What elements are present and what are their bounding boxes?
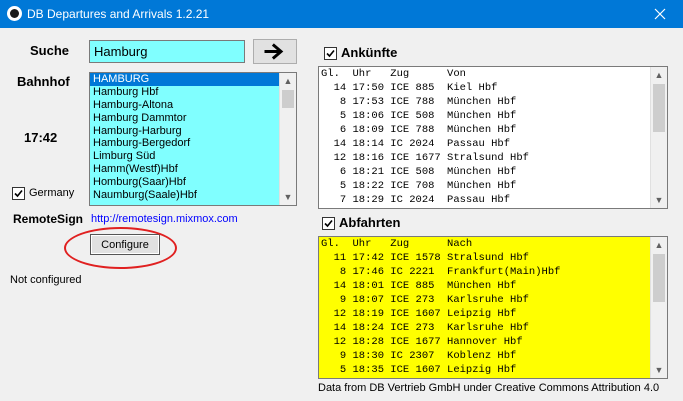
scroll-down-icon[interactable]: ▼	[280, 189, 296, 205]
highlight-circle	[64, 227, 177, 269]
arrivals-rows: Gl. Uhr Zug Von 14 17:50 ICE 885 Kiel Hb…	[319, 67, 667, 207]
main-window: Suche Bahnhof HAMBURGHamburg HbfHamburg-…	[0, 28, 683, 401]
table-row: 5 18:06 ICE 508 München Hbf	[321, 110, 517, 122]
list-item[interactable]: Homburg(Saar)Hbf	[90, 176, 296, 189]
list-item[interactable]: Hamburg Hbf	[90, 86, 296, 99]
germany-checkbox[interactable]	[12, 187, 25, 200]
scroll-up-icon[interactable]: ▲	[651, 237, 667, 253]
station-list[interactable]: HAMBURG Hamburg Hbf Hamburg-Altona Hamburg …	[89, 72, 297, 206]
list-item[interactable]: HAMBURG	[90, 73, 280, 86]
remotesign-link[interactable]: http://remotesign.mixmox.com	[91, 213, 238, 225]
table-row: 5 18:22 ICE 708 München Hbf	[321, 180, 517, 192]
footer-attribution: Data from DB Vertrieb GmbH under Creativ…	[318, 382, 660, 394]
table-row: 11 17:42 ICE 1578 Stralsund Hbf	[321, 252, 529, 264]
clock-display: 17:42	[24, 130, 58, 145]
close-icon	[654, 8, 666, 20]
table-row: 6 18:21 ICE 508 München Hbf	[321, 166, 517, 178]
checkmark-icon	[14, 189, 23, 198]
board-header: Gl. Uhr Zug Nach	[321, 238, 473, 250]
arrivals-title: Ankünfte	[341, 45, 398, 60]
checkmark-icon	[326, 49, 335, 58]
list-item[interactable]: Hamburg Dammtor	[90, 112, 296, 125]
board-header: Gl. Uhr Zug Von	[321, 68, 466, 80]
departures-board[interactable]: Gl. Uhr Zug Nach 11 17:42 ICE 1578 Stral…	[318, 236, 668, 379]
departures-checkbox[interactable]	[322, 217, 335, 230]
table-row: 14 18:24 ICE 273 Karlsruhe Hbf	[321, 322, 529, 334]
scroll-up-icon[interactable]: ▲	[651, 67, 667, 83]
arrivals-board[interactable]: Gl. Uhr Zug Von 14 17:50 ICE 885 Kiel Hb…	[318, 66, 668, 209]
title-bar: DB Departures and Arrivals 1.2.21	[0, 0, 683, 28]
table-row: 12 18:16 ICE 1677 Stralsund Hbf	[321, 152, 529, 164]
germany-label: Germany	[29, 187, 75, 199]
table-row: 5 18:35 ICE 1607 Leipzig Hbf	[321, 364, 517, 376]
search-label: Suche	[30, 43, 70, 58]
list-item[interactable]: Hamburg-Bergedorf	[90, 137, 296, 150]
station-items: HAMBURG Hamburg Hbf Hamburg-Altona Hamburg …	[90, 73, 296, 202]
remotesign-label: RemoteSign	[13, 212, 84, 226]
arrow-right-icon	[264, 43, 284, 60]
table-row: 7 18:29 IC 2024 Passau Hbf	[321, 194, 511, 206]
window-title: DB Departures and Arrivals 1.2.21	[27, 7, 210, 21]
scroll-down-icon[interactable]: ▼	[651, 362, 667, 378]
table-row: 12 18:19 ICE 1607 Leipzig Hbf	[321, 308, 517, 320]
list-item[interactable]: Hamm(Westf)Hbf	[90, 163, 296, 176]
status-text: Not configured	[10, 274, 82, 286]
table-row: 9 18:30 IC 2307 Koblenz Hbf	[321, 350, 517, 362]
scroll-thumb[interactable]	[653, 84, 665, 132]
scroll-up-icon[interactable]: ▲	[280, 73, 296, 89]
departures-rows: Gl. Uhr Zug Nach 11 17:42 ICE 1578 Stral…	[319, 237, 667, 377]
checkmark-icon	[324, 219, 333, 228]
table-row: 12 18:28 ICE 1677 Hannover Hbf	[321, 336, 523, 348]
list-item[interactable]: Hamburg-Harburg	[90, 125, 296, 138]
station-list-scrollbar[interactable]: ▲ ▼	[279, 73, 296, 205]
table-row: 8 17:46 IC 2221 Frankfurt(Main)Hbf	[321, 266, 561, 278]
station-label: Bahnhof	[17, 74, 70, 89]
departures-title: Abfahrten	[339, 215, 401, 230]
arrivals-checkbox[interactable]	[324, 47, 337, 60]
search-go-button[interactable]	[253, 39, 297, 64]
table-row: 8 17:53 ICE 788 München Hbf	[321, 96, 517, 108]
app-icon	[7, 6, 22, 21]
arrivals-scrollbar[interactable]: ▲ ▼	[650, 67, 667, 208]
table-row: 9 18:07 ICE 273 Karlsruhe Hbf	[321, 294, 529, 306]
table-row: 6 18:09 ICE 788 München Hbf	[321, 124, 517, 136]
scroll-down-icon[interactable]: ▼	[651, 192, 667, 208]
departures-scrollbar[interactable]: ▲ ▼	[650, 237, 667, 378]
scroll-thumb[interactable]	[282, 90, 294, 108]
close-button[interactable]	[637, 0, 683, 28]
list-item[interactable]: Limburg Süd	[90, 150, 296, 163]
table-row: 14 18:01 ICE 885 München Hbf	[321, 280, 517, 292]
list-item[interactable]: Hamburg-Altona	[90, 99, 296, 112]
scroll-thumb[interactable]	[653, 254, 665, 302]
list-item[interactable]: Naumburg(Saale)Hbf	[90, 189, 296, 202]
table-row: 14 17:50 ICE 885 Kiel Hbf	[321, 82, 498, 94]
search-input[interactable]	[89, 40, 245, 63]
table-row: 14 18:14 IC 2024 Passau Hbf	[321, 138, 511, 150]
